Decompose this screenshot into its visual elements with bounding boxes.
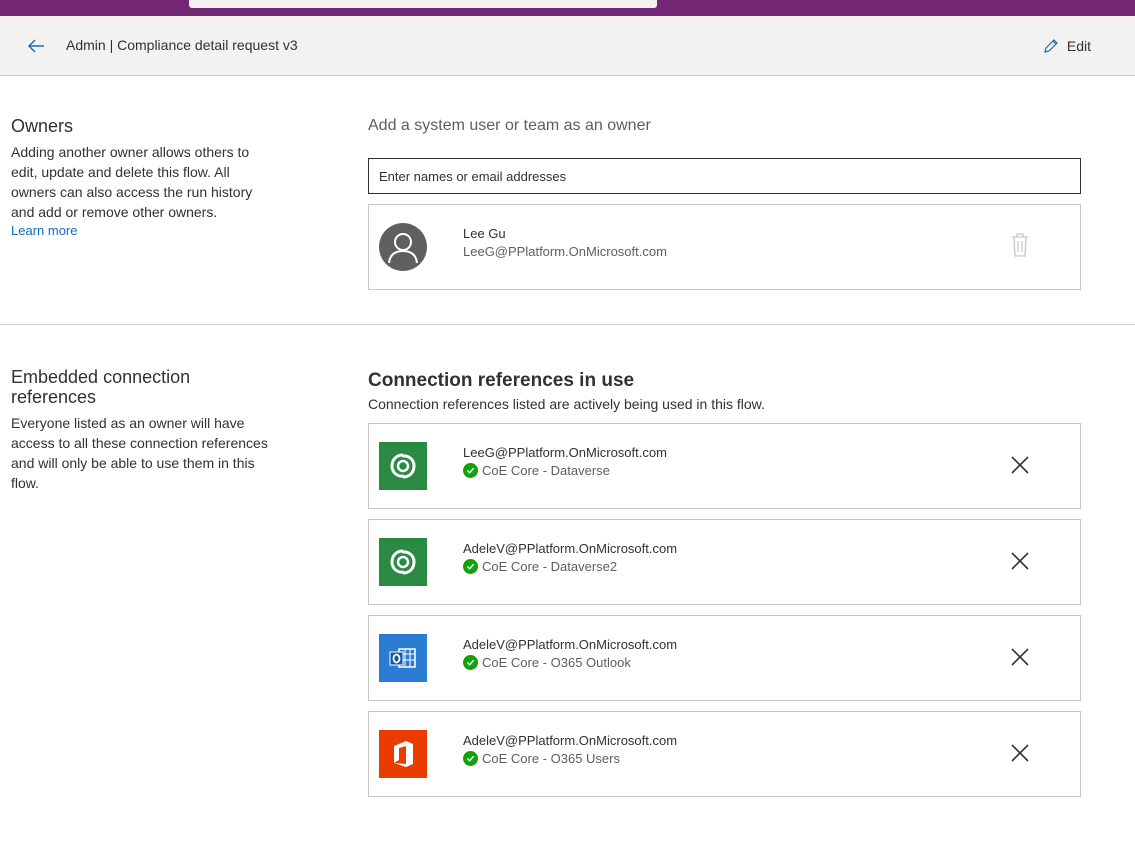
back-button[interactable] xyxy=(26,36,52,56)
connection-card: LeeG@PPlatform.OnMicrosoft.com CoE Core … xyxy=(368,423,1081,509)
connection-name: CoE Core - Dataverse2 xyxy=(482,559,618,574)
owner-card: Lee Gu LeeG@PPlatform.OnMicrosoft.com xyxy=(368,204,1081,290)
connections-heading: Connection references in use xyxy=(368,370,635,391)
outlook-icon xyxy=(379,634,427,682)
embedded-description: Everyone listed as an owner will have ac… xyxy=(11,415,268,491)
connection-status: CoE Core - O365 Outlook xyxy=(463,655,631,670)
connection-account: LeeG@PPlatform.OnMicrosoft.com xyxy=(463,445,667,460)
learn-more-link[interactable]: Learn more xyxy=(11,223,281,238)
trash-icon xyxy=(1012,233,1028,257)
dataverse-icon xyxy=(379,442,427,490)
connection-account: AdeleV@PPlatform.OnMicrosoft.com xyxy=(463,733,678,748)
close-icon xyxy=(1011,552,1029,570)
connection-status: CoE Core - Dataverse xyxy=(463,463,610,478)
check-circle-icon xyxy=(463,655,478,670)
owners-heading: Owners xyxy=(11,116,74,136)
command-bar: Admin | Compliance detail request v3 Edi… xyxy=(0,16,1135,76)
connections-description: Connection references listed are activel… xyxy=(368,396,765,412)
remove-owner-button[interactable] xyxy=(1009,232,1031,258)
owner-search-input[interactable] xyxy=(368,158,1081,194)
connection-name: CoE Core - O365 Users xyxy=(482,751,620,766)
remove-connection-button[interactable] xyxy=(1009,550,1031,572)
office-icon xyxy=(379,730,427,778)
connection-status: CoE Core - O365 Users xyxy=(463,751,620,766)
check-circle-icon xyxy=(463,559,478,574)
check-circle-icon xyxy=(463,751,478,766)
owners-description: Adding another owner allows others to ed… xyxy=(11,144,253,220)
section-divider xyxy=(0,324,1135,325)
edit-label: Edit xyxy=(1066,38,1091,54)
connection-account: AdeleV@PPlatform.OnMicrosoft.com xyxy=(463,637,678,652)
connection-status: CoE Core - Dataverse2 xyxy=(463,559,617,574)
close-icon xyxy=(1011,456,1029,474)
remove-connection-button[interactable] xyxy=(1009,646,1031,668)
owner-email: LeeG@PPlatform.OnMicrosoft.com xyxy=(463,244,667,259)
owner-name: Lee Gu xyxy=(463,226,506,241)
connection-name: CoE Core - O365 Outlook xyxy=(482,655,631,670)
remove-connection-button[interactable] xyxy=(1009,454,1031,476)
edit-button[interactable]: Edit xyxy=(1043,36,1091,56)
check-circle-icon xyxy=(463,463,478,478)
close-icon xyxy=(1011,744,1029,762)
connection-card: AdeleV@PPlatform.OnMicrosoft.com CoE Cor… xyxy=(368,615,1081,701)
connection-card: AdeleV@PPlatform.OnMicrosoft.com CoE Cor… xyxy=(368,519,1081,605)
embedded-info: Embedded connection references Everyone … xyxy=(11,367,281,493)
dataverse-icon xyxy=(379,538,427,586)
global-search-box[interactable] xyxy=(189,0,657,8)
suite-bar xyxy=(0,0,1135,16)
owners-info: Owners Adding another owner allows other… xyxy=(11,116,281,238)
pencil-icon xyxy=(1044,39,1058,53)
remove-connection-button[interactable] xyxy=(1009,742,1031,764)
close-icon xyxy=(1011,648,1029,666)
connection-name: CoE Core - Dataverse xyxy=(482,463,610,478)
connection-card: AdeleV@PPlatform.OnMicrosoft.com CoE Cor… xyxy=(368,711,1081,797)
embedded-heading: Embedded connection references xyxy=(11,367,191,407)
person-icon xyxy=(388,233,418,264)
page-title: Admin | Compliance detail request v3 xyxy=(66,37,298,53)
avatar xyxy=(379,223,427,271)
back-arrow-icon xyxy=(28,39,44,53)
connection-account: AdeleV@PPlatform.OnMicrosoft.com xyxy=(463,541,678,556)
add-owner-title: Add a system user or team as an owner xyxy=(368,117,651,134)
